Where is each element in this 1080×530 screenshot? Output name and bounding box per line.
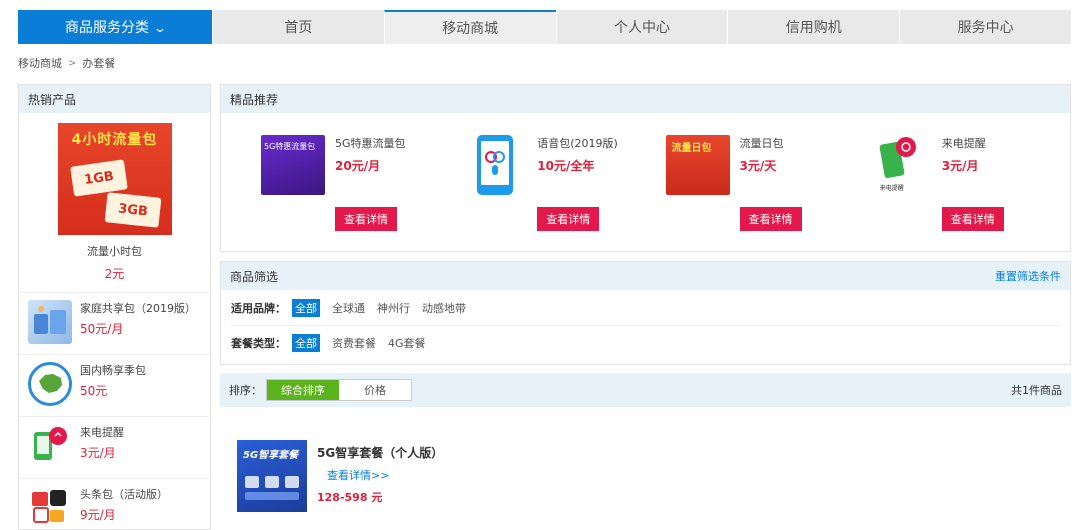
chevron-down-icon: ⌄: [152, 21, 168, 35]
view-details-button[interactable]: 查看详情: [537, 207, 600, 231]
tab-personal[interactable]: 个人中心: [555, 10, 728, 44]
brand-option-all[interactable]: 全部: [292, 298, 320, 317]
type-option-4g[interactable]: 4G套餐: [388, 335, 426, 351]
5g-package-image[interactable]: 5G智享套餐: [237, 440, 307, 512]
breadcrumb-root-link[interactable]: 移动商城: [18, 55, 62, 71]
sort-label: 排序：: [229, 384, 262, 397]
top-nav: 商品服务分类 ⌄ 首页 移动商城 个人中心 信用购机 服务中心: [18, 10, 1071, 44]
hot-feature-item[interactable]: 4小时流量包 1GB 3GB 流量小时包 2元: [19, 113, 210, 293]
filter-title: 商品筛选: [230, 269, 279, 284]
breadcrumb: 移动商城 > 办套餐: [18, 55, 115, 71]
family-share-image[interactable]: [28, 300, 72, 344]
daily-flow-image[interactable]: 流量日包: [665, 135, 730, 195]
brand-option-mzone[interactable]: 动感地带: [422, 300, 466, 316]
sort-comprehensive-button[interactable]: 综合排序: [267, 380, 339, 400]
view-details-button[interactable]: 查看详情: [941, 207, 1004, 231]
brand-option-gotone[interactable]: 全球通: [332, 300, 365, 316]
type-filter-row: 套餐类型： 全部 资费套餐 4G套餐: [231, 325, 1060, 360]
brand-filter-label: 适用品牌：: [231, 301, 286, 315]
feature-banner-text: 4小时流量包: [71, 132, 158, 148]
china-map-image[interactable]: [28, 362, 72, 406]
recommend-card: 5G特惠流量包 5G特惠流量包 20元/月 查看详情: [261, 135, 463, 255]
feature-name[interactable]: 流量小时包: [19, 243, 210, 259]
daily-flow-thumb-text: 流量日包: [671, 143, 712, 154]
sort-options: 综合排序 价格: [266, 379, 412, 401]
call-reminder-thumb-text: 来电提醒: [879, 185, 904, 192]
hot-item-price: 9元/月: [80, 508, 116, 522]
flow-hour-pack-image[interactable]: 4小时流量包 1GB 3GB: [57, 123, 172, 235]
recommend-card: 流量日包 流量日包 3元/天 查看详情: [665, 135, 868, 255]
hot-item-name[interactable]: 来电提醒: [80, 424, 124, 440]
feature-tag-3gb: 3GB: [104, 192, 161, 228]
apps-bundle-image[interactable]: [28, 486, 72, 530]
hot-item-name[interactable]: 家庭共享包（2019版）: [80, 300, 196, 316]
hot-item-price: 50元/月: [80, 322, 124, 336]
card-name[interactable]: 5G特惠流量包: [335, 135, 406, 151]
card-name[interactable]: 语音包(2019版): [537, 135, 618, 151]
hot-item-name[interactable]: 国内畅享季包: [80, 362, 146, 378]
view-details-button[interactable]: 查看详情: [335, 207, 397, 231]
tab-credit-phone[interactable]: 信用购机: [727, 10, 899, 44]
tab-home[interactable]: 首页: [212, 10, 384, 44]
result-count: 共1件商品: [1011, 384, 1062, 397]
reset-filter-link[interactable]: 重置筛选条件: [995, 268, 1061, 284]
feature-tag-1gb: 1GB: [69, 159, 128, 197]
filter-panel: 商品筛选 重置筛选条件 适用品牌： 全部 全球通 神州行 动感地带 套餐类型： …: [220, 261, 1071, 365]
brand-filter-row: 适用品牌： 全部 全球通 神州行 动感地带: [231, 290, 1060, 325]
breadcrumb-current: 办套餐: [82, 57, 116, 70]
chevron-right-icon: >: [68, 57, 77, 69]
brand-option-easyown[interactable]: 神州行: [377, 300, 410, 316]
card-price: 10元/全年: [537, 159, 595, 173]
card-price: 3元/天: [739, 159, 777, 173]
recommend-card: 语音包(2019版) 10元/全年 查看详情: [463, 135, 665, 255]
phone-alert-image[interactable]: [28, 424, 72, 468]
hot-item-price: 50元: [80, 384, 108, 398]
hot-products-title: 热销产品: [19, 85, 210, 113]
view-details-button[interactable]: 查看详情: [739, 207, 802, 231]
hot-products-panel: 热销产品 4小时流量包 1GB 3GB 流量小时包 2元 家庭共享包（2019版…: [18, 84, 211, 530]
card-price: 20元/月: [335, 159, 381, 173]
sort-bar: 排序： 综合排序 价格 共1件商品: [220, 373, 1071, 407]
type-filter-label: 套餐类型：: [231, 337, 286, 350]
card-name[interactable]: 流量日包: [740, 135, 784, 151]
tab-mall[interactable]: 移动商城: [383, 10, 556, 44]
nav-tabs: 首页 移动商城 个人中心 信用购机 服务中心: [212, 10, 1071, 44]
hot-item-name[interactable]: 头条包（活动版）: [80, 486, 168, 502]
5g-flow-thumb-text: 5G特惠流量包: [264, 142, 316, 151]
product-detail-link[interactable]: 查看详情>>: [327, 467, 443, 483]
5g-flow-image[interactable]: 5G特惠流量包: [261, 135, 325, 195]
hot-list-item[interactable]: 头条包（活动版） 9元/月: [19, 479, 210, 530]
type-option-tariff[interactable]: 资费套餐: [332, 335, 376, 351]
category-menu-button[interactable]: 商品服务分类 ⌄: [18, 10, 212, 44]
category-menu-label: 商品服务分类: [64, 20, 149, 36]
product-item: 5G智享套餐 5G智享套餐（个人版） 查看详情>> 128-598 元: [237, 440, 637, 514]
call-reminder-image[interactable]: 来电提醒: [867, 135, 932, 195]
hot-list-item[interactable]: 来电提醒 3元/月: [19, 417, 210, 479]
type-option-all[interactable]: 全部: [292, 334, 320, 352]
product-price: 128-598 元: [317, 491, 383, 504]
feature-price: 2元: [104, 267, 125, 281]
card-name[interactable]: 来电提醒: [942, 135, 986, 151]
product-name[interactable]: 5G智享套餐（个人版）: [317, 444, 443, 461]
tab-service[interactable]: 服务中心: [899, 10, 1071, 44]
hot-item-price: 3元/月: [80, 446, 116, 460]
5g-package-thumb-text: 5G智享套餐: [243, 450, 299, 461]
card-price: 3元/月: [941, 159, 979, 173]
voice-phone-image[interactable]: [463, 135, 528, 195]
sort-price-button[interactable]: 价格: [339, 380, 411, 400]
hot-list-item[interactable]: 国内畅享季包 50元: [19, 355, 210, 417]
recommend-card: 来电提醒 来电提醒 3元/月 查看详情: [867, 135, 1070, 255]
hot-list-item[interactable]: 家庭共享包（2019版） 50元/月: [19, 293, 210, 355]
recommend-title: 精品推荐: [230, 92, 279, 107]
recommend-panel: 精品推荐 5G特惠流量包 5G特惠流量包 20元/月 查看详情 语音包(2019…: [220, 84, 1071, 252]
